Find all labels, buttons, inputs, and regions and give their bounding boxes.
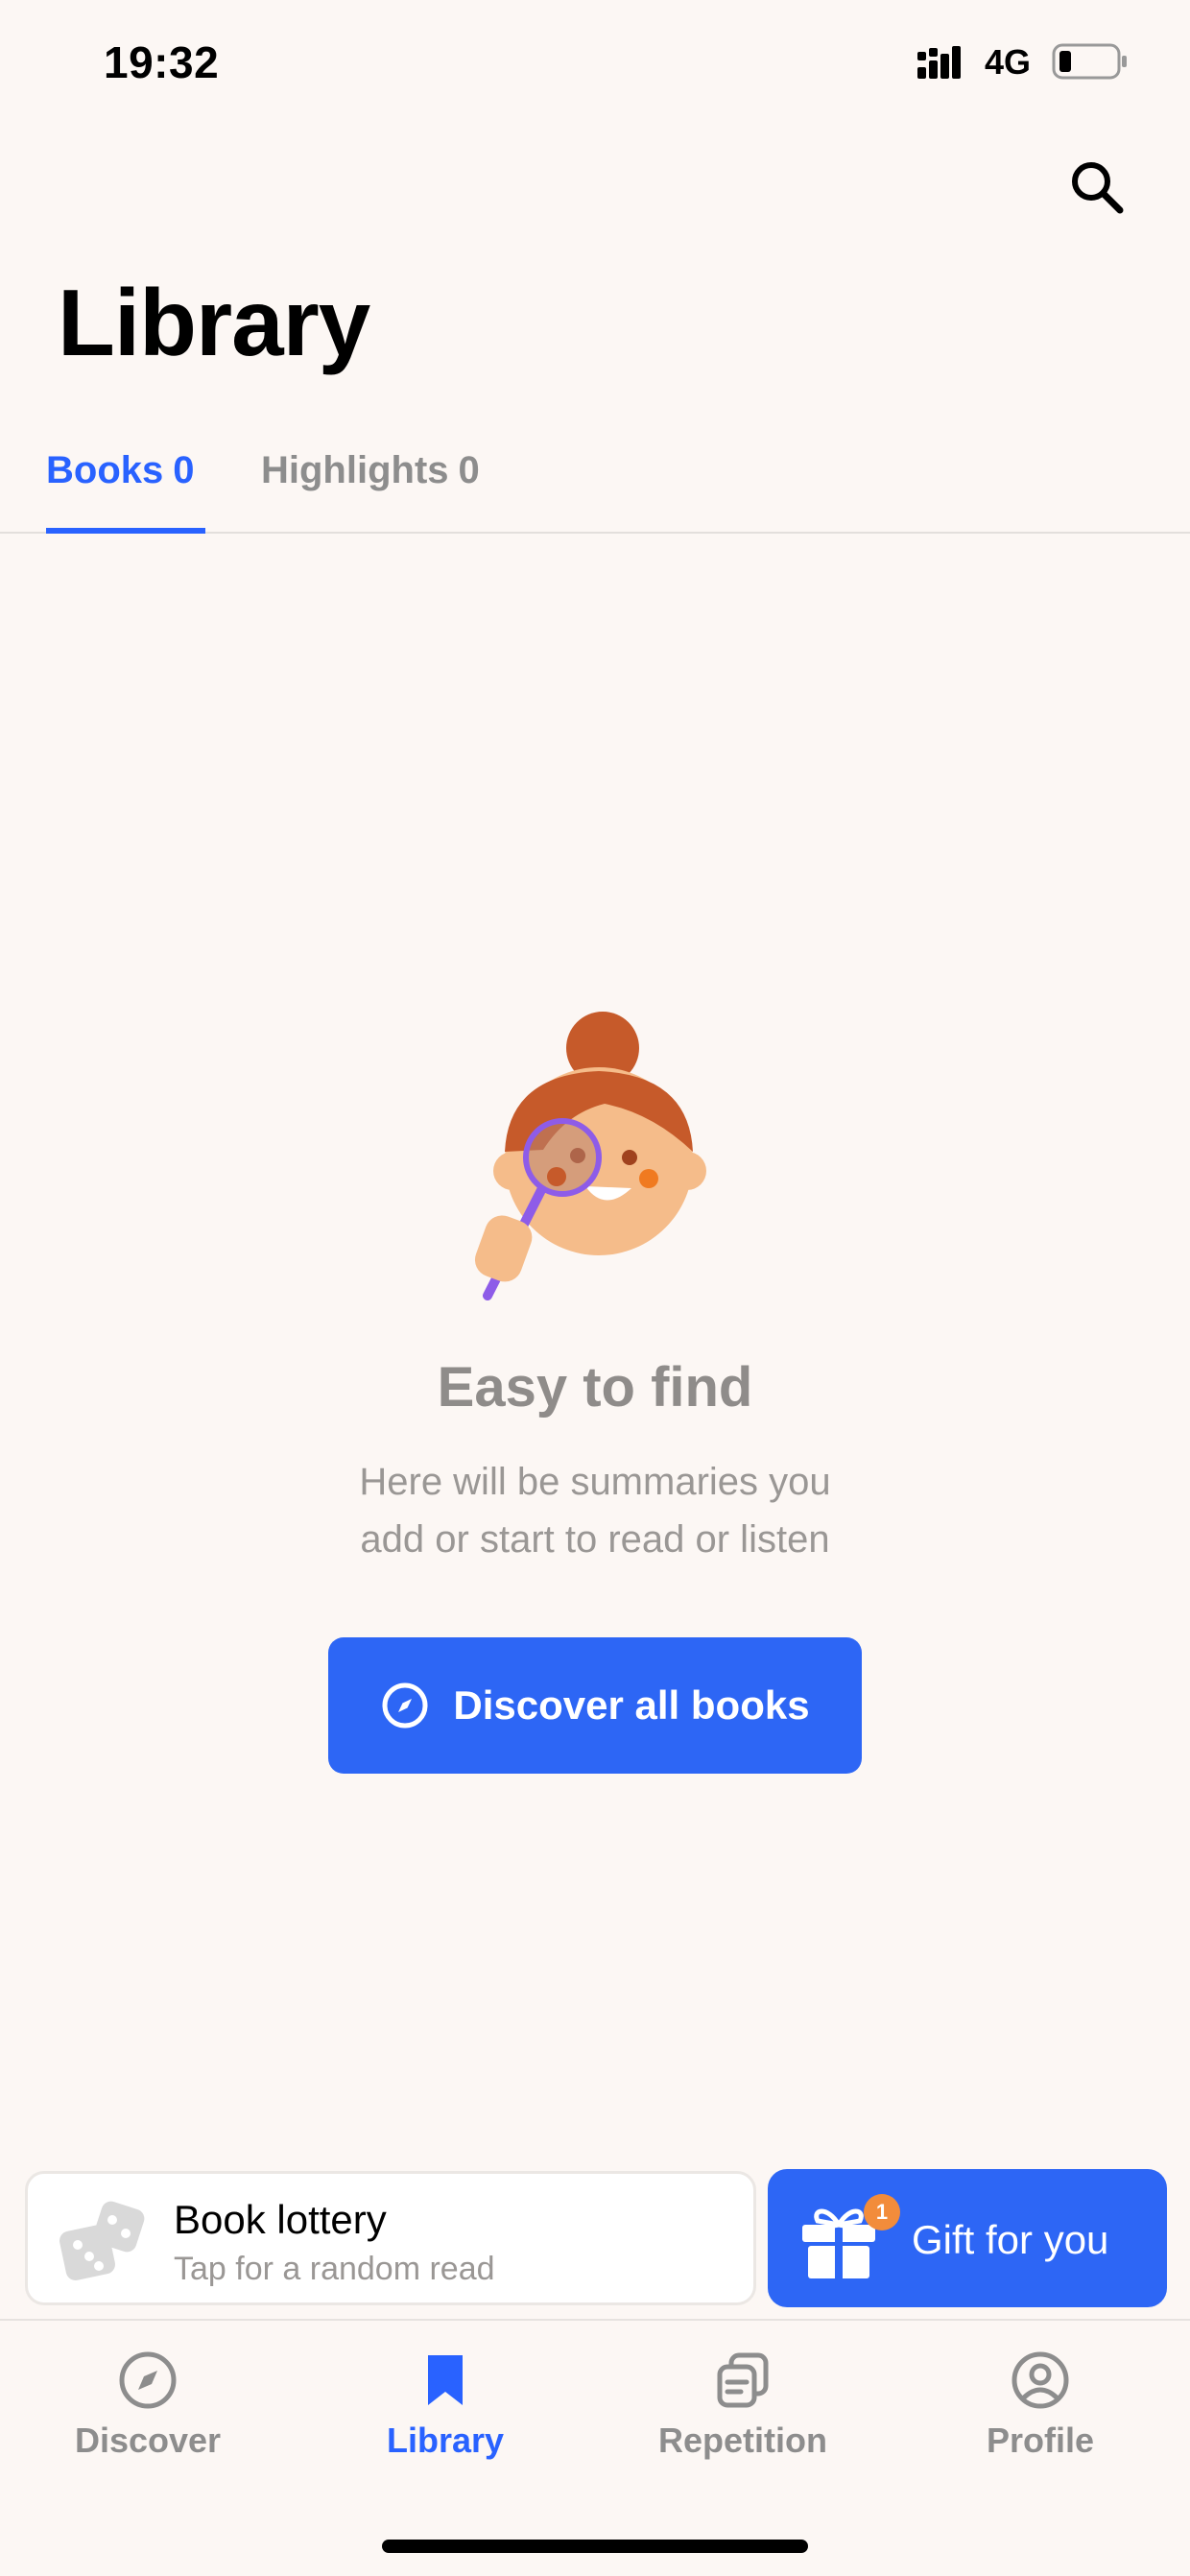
search-button[interactable] bbox=[1065, 155, 1129, 219]
gift-for-you-label: Gift for you bbox=[912, 2217, 1109, 2262]
tab-bar-library-label: Library bbox=[386, 2421, 505, 2460]
discover-all-books-label: Discover all books bbox=[453, 1682, 810, 1728]
bottom-tab-bar: Discover Library Repetition Profile bbox=[0, 2319, 1190, 2576]
book-lottery-title: Book lottery bbox=[174, 2197, 387, 2242]
book-lottery-card[interactable]: Book lottery Tap for a random read bbox=[25, 2171, 756, 2305]
tab-highlights-count: 0 bbox=[458, 449, 480, 491]
tab-highlights[interactable]: Highlights 0 bbox=[261, 449, 480, 534]
tab-bar-profile-label: Profile bbox=[986, 2421, 1095, 2460]
tab-books-label: Books bbox=[46, 449, 164, 491]
book-lottery-subtitle: Tap for a random read bbox=[174, 2251, 495, 2287]
home-indicator bbox=[382, 2540, 808, 2553]
compass-icon bbox=[382, 1682, 428, 1729]
gift-badge: 1 bbox=[864, 2194, 900, 2230]
status-time: 19:32 bbox=[104, 37, 220, 87]
girl-with-magnifier-illustration bbox=[474, 1012, 706, 1300]
profile-icon bbox=[1012, 2351, 1069, 2409]
empty-state-description-line-2: add or start to read or listen bbox=[360, 1518, 830, 1561]
tab-bar-discover[interactable]: Discover bbox=[33, 2349, 263, 2461]
dice-icon bbox=[60, 2201, 145, 2280]
empty-state-title: Easy to find bbox=[437, 1356, 753, 1419]
search-icon bbox=[1072, 162, 1124, 214]
empty-state-description-line-1: Here will be summaries you bbox=[359, 1461, 831, 1503]
gift-for-you-button[interactable]: 1 Gift for you bbox=[768, 2169, 1167, 2307]
tab-books[interactable]: Books 0 bbox=[46, 449, 205, 534]
cards-icon bbox=[717, 2352, 769, 2408]
battery-icon bbox=[1052, 43, 1127, 80]
signal-icon bbox=[917, 46, 961, 79]
tab-bar-repetition[interactable]: Repetition bbox=[628, 2349, 858, 2461]
network-type: 4G bbox=[985, 42, 1032, 82]
bookmark-icon bbox=[428, 2355, 463, 2405]
library-tabs: Books 0 Highlights 0 bbox=[0, 422, 1190, 534]
tab-highlights-label: Highlights bbox=[261, 449, 449, 491]
tab-books-count: 0 bbox=[173, 449, 195, 491]
tab-bar-discover-label: Discover bbox=[74, 2421, 222, 2460]
page-title: Library bbox=[58, 270, 370, 375]
tab-bar-profile[interactable]: Profile bbox=[925, 2349, 1155, 2461]
tab-bar-repetition-label: Repetition bbox=[658, 2421, 827, 2460]
status-bar: 19:32 4G bbox=[0, 0, 1190, 134]
tab-bar-library[interactable]: Library bbox=[330, 2349, 560, 2461]
empty-state-description: Here will be summaries you add or start … bbox=[288, 1453, 902, 1568]
compass-icon bbox=[119, 2351, 177, 2409]
discover-all-books-button[interactable]: Discover all books bbox=[328, 1637, 862, 1774]
